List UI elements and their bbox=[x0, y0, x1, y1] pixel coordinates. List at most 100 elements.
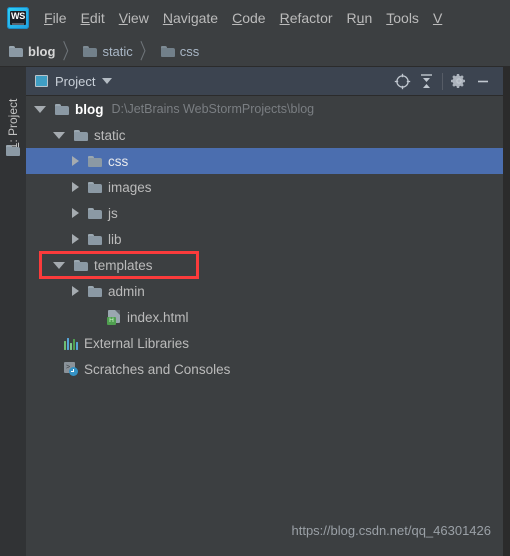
menu-label: efactor bbox=[289, 10, 333, 26]
breadcrumb-label: static bbox=[102, 43, 133, 59]
breadcrumb-item-css[interactable]: css bbox=[160, 43, 200, 59]
folder-icon bbox=[88, 233, 102, 245]
panel-action-bar bbox=[390, 69, 503, 93]
menu-refactor[interactable]: Refactor bbox=[273, 8, 340, 28]
html-file-icon: H bbox=[107, 309, 121, 325]
menu-mnemonic: E bbox=[80, 10, 90, 26]
menu-file[interactable]: File bbox=[37, 8, 74, 28]
tree-row-label: blog bbox=[75, 101, 104, 117]
project-view-icon bbox=[35, 75, 48, 87]
tree-row-label: External Libraries bbox=[84, 335, 190, 351]
tree-row-label: static bbox=[94, 127, 126, 143]
tree-row-blog[interactable]: blog D:\JetBrains WebStormProjects\blog bbox=[26, 96, 503, 122]
tree-row-path: D:\JetBrains WebStormProjects\blog bbox=[111, 102, 315, 116]
tree-row-label: templates bbox=[94, 257, 153, 273]
tree-row-scratches-and-consoles[interactable]: > Scratches and Consoles bbox=[26, 356, 503, 382]
tree-row-label: lib bbox=[108, 231, 122, 247]
menu-mnemonic: R bbox=[279, 10, 290, 26]
tree-arrow-collapsed[interactable] bbox=[72, 286, 79, 296]
collapse-all-icon[interactable] bbox=[414, 69, 438, 93]
folder-icon bbox=[88, 207, 102, 219]
breadcrumb-label: css bbox=[179, 43, 200, 59]
menu-mnemonic: V bbox=[118, 10, 128, 26]
tree-arrow-collapsed[interactable] bbox=[72, 182, 79, 192]
tree-arrow-collapsed[interactable] bbox=[72, 156, 79, 166]
gear-icon[interactable] bbox=[447, 69, 471, 93]
folder-icon bbox=[74, 129, 88, 141]
external-libraries-icon bbox=[64, 337, 78, 350]
menu-code[interactable]: Code bbox=[225, 8, 272, 28]
folder-icon bbox=[88, 285, 102, 297]
webstorm-window: WS File Edit View Navigate Code Refactor Run To… bbox=[0, 0, 510, 556]
folder-icon bbox=[83, 45, 98, 57]
tree-row-lib[interactable]: lib bbox=[26, 226, 503, 252]
project-tool-window: Project blog D:\JetBrains WebStormProjec… bbox=[26, 67, 503, 556]
tree-row-index-html[interactable]: Hindex.html bbox=[26, 304, 503, 330]
menu-mnemonic: C bbox=[232, 10, 243, 26]
tree-row-images[interactable]: images bbox=[26, 174, 503, 200]
folder-icon bbox=[160, 45, 175, 57]
tree-arrow-expanded[interactable] bbox=[53, 261, 65, 269]
tree-row-static[interactable]: static bbox=[26, 122, 503, 148]
folder-icon bbox=[9, 45, 23, 57]
menu-view[interactable]: View bbox=[112, 8, 156, 28]
webstorm-logo-text: WS bbox=[11, 11, 25, 21]
breadcrumb-separator: 〉 bbox=[62, 39, 77, 63]
project-panel-title[interactable]: Project bbox=[55, 74, 95, 89]
tree-row-label: Scratches and Consoles bbox=[84, 361, 231, 377]
tree-row-label: index.html bbox=[127, 309, 189, 325]
folder-icon bbox=[74, 259, 88, 271]
tree-arrow-collapsed[interactable] bbox=[72, 234, 79, 244]
tree-row-label: css bbox=[108, 153, 129, 169]
tree-row-templates[interactable]: templates bbox=[26, 252, 503, 278]
menu-label: n bbox=[364, 10, 373, 26]
scratches-icon: > bbox=[64, 362, 78, 376]
folder-icon bbox=[88, 181, 102, 193]
folder-icon[interactable] bbox=[6, 145, 20, 156]
menu-label: ile bbox=[52, 10, 67, 26]
menu-label: iew bbox=[127, 10, 149, 26]
menu-edit[interactable]: Edit bbox=[74, 8, 112, 28]
tree-row-label: js bbox=[108, 205, 118, 221]
menu-bar: WS File Edit View Navigate Code Refactor Run To… bbox=[0, 0, 510, 36]
menu-label: ode bbox=[242, 10, 266, 26]
tree-row-label: admin bbox=[108, 283, 145, 299]
menu-mnemonic: F bbox=[44, 10, 53, 26]
menu-label: ools bbox=[393, 10, 419, 26]
folder-icon bbox=[55, 103, 69, 115]
tree-arrow-expanded[interactable] bbox=[34, 105, 46, 113]
tree-row-admin[interactable]: admin bbox=[26, 278, 503, 304]
folder-icon bbox=[88, 155, 102, 167]
window-right-edge bbox=[503, 67, 510, 556]
tool-tab-label: : Project bbox=[6, 98, 20, 143]
divider bbox=[442, 72, 443, 90]
webstorm-logo: WS bbox=[7, 7, 29, 29]
chevron-down-icon[interactable] bbox=[102, 78, 113, 84]
breadcrumb-label: blog bbox=[28, 43, 56, 59]
breadcrumb-separator: 〉 bbox=[139, 39, 154, 63]
menu-vcs[interactable]: V bbox=[426, 8, 449, 28]
tree-arrow-expanded[interactable] bbox=[53, 131, 65, 139]
watermark-text: https://blog.csdn.net/qq_46301426 bbox=[291, 523, 492, 538]
tree-row-css[interactable]: css bbox=[26, 148, 503, 174]
menu-label: dit bbox=[89, 10, 105, 26]
breadcrumb: blog 〉 static 〉 css bbox=[0, 36, 510, 67]
tree-arrow-collapsed[interactable] bbox=[72, 208, 79, 218]
menu-mnemonic: N bbox=[162, 10, 173, 26]
menu-item-list: File Edit View Navigate Code Refactor Run Tools… bbox=[37, 8, 449, 28]
project-panel-header: Project bbox=[26, 67, 503, 96]
tree-row-label: images bbox=[108, 179, 152, 195]
menu-run[interactable]: Run bbox=[340, 8, 380, 28]
tree-row-external-libraries[interactable]: External Libraries bbox=[26, 330, 503, 356]
menu-navigate[interactable]: Navigate bbox=[156, 8, 225, 28]
menu-tools[interactable]: Tools bbox=[379, 8, 426, 28]
tree-row-js[interactable]: js bbox=[26, 200, 503, 226]
menu-mnemonic: V bbox=[432, 10, 443, 26]
project-tree: blog D:\JetBrains WebStormProjects\blog st… bbox=[26, 96, 503, 556]
locate-icon[interactable] bbox=[390, 69, 414, 93]
breadcrumb-item-blog[interactable]: blog bbox=[9, 44, 55, 59]
minimize-icon[interactable] bbox=[471, 69, 495, 93]
breadcrumb-item-static[interactable]: static bbox=[83, 43, 133, 59]
left-tool-strip: 1: Project bbox=[0, 67, 27, 556]
menu-label: avigate bbox=[172, 10, 219, 26]
